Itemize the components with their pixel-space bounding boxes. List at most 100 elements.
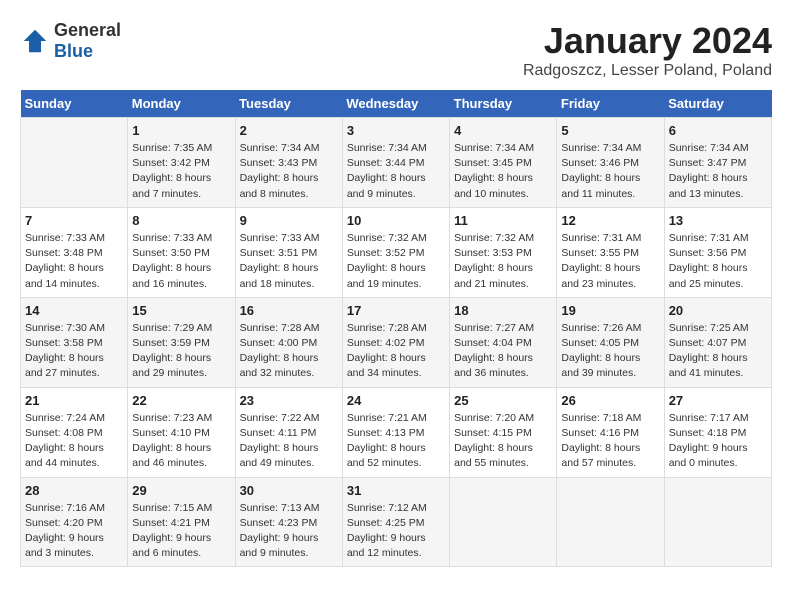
day-number: 1 xyxy=(132,123,230,138)
day-info: Sunrise: 7:29 AMSunset: 3:59 PMDaylight:… xyxy=(132,321,230,382)
header-tuesday: Tuesday xyxy=(235,90,342,118)
day-number: 5 xyxy=(561,123,659,138)
calendar-cell: 20 Sunrise: 7:25 AMSunset: 4:07 PMDayligh… xyxy=(664,297,771,387)
calendar-cell: 10Sunrise: 7:32 AMSunset: 3:52 PMDayligh… xyxy=(342,207,449,297)
day-number: 24 xyxy=(347,393,445,408)
day-number: 16 xyxy=(240,303,338,318)
calendar-cell: 29 Sunrise: 7:15 AMSunset: 4:21 PMDayligh… xyxy=(128,477,235,567)
calendar-cell: 11 Sunrise: 7:32 AMSunset: 3:53 PMDayligh… xyxy=(450,207,557,297)
calendar-cell: 18 Sunrise: 7:27 AMSunset: 4:04 PMDayligh… xyxy=(450,297,557,387)
calendar-cell: 9 Sunrise: 7:33 AMSunset: 3:51 PMDaylight… xyxy=(235,207,342,297)
day-number: 26 xyxy=(561,393,659,408)
day-number: 9 xyxy=(240,213,338,228)
day-info: Sunrise: 7:28 AMSunset: 4:02 PMDaylight:… xyxy=(347,321,445,382)
main-title: January 2024 xyxy=(523,20,772,62)
calendar-cell: 31Sunrise: 7:12 AMSunset: 4:25 PMDayligh… xyxy=(342,477,449,567)
day-info: Sunrise: 7:15 AMSunset: 4:21 PMDaylight:… xyxy=(132,501,230,562)
calendar-cell: 21 Sunrise: 7:24 AMSunset: 4:08 PMDayligh… xyxy=(21,387,128,477)
day-info: Sunrise: 7:28 AMSunset: 4:00 PMDaylight:… xyxy=(240,321,338,382)
calendar-table: SundayMondayTuesdayWednesdayThursdayFrid… xyxy=(20,90,772,567)
day-number: 14 xyxy=(25,303,123,318)
day-info: Sunrise: 7:34 AMSunset: 3:46 PMDaylight:… xyxy=(561,141,659,202)
day-info: Sunrise: 7:33 AMSunset: 3:48 PMDaylight:… xyxy=(25,231,123,292)
day-info: Sunrise: 7:24 AMSunset: 4:08 PMDaylight:… xyxy=(25,411,123,472)
page-header: General Blue January 2024 Radgoszcz, Les… xyxy=(20,20,772,80)
calendar-cell: 3 Sunrise: 7:34 AMSunset: 3:44 PMDaylight… xyxy=(342,118,449,208)
calendar-cell: 24 Sunrise: 7:21 AMSunset: 4:13 PMDayligh… xyxy=(342,387,449,477)
calendar-cell: 15 Sunrise: 7:29 AMSunset: 3:59 PMDayligh… xyxy=(128,297,235,387)
week-row-4: 28 Sunrise: 7:16 AMSunset: 4:20 PMDayligh… xyxy=(21,477,772,567)
day-info: Sunrise: 7:22 AMSunset: 4:11 PMDaylight:… xyxy=(240,411,338,472)
calendar-cell: 2Sunrise: 7:34 AMSunset: 3:43 PMDaylight… xyxy=(235,118,342,208)
header-saturday: Saturday xyxy=(664,90,771,118)
day-info: Sunrise: 7:18 AMSunset: 4:16 PMDaylight:… xyxy=(561,411,659,472)
day-number: 19 xyxy=(561,303,659,318)
day-info: Sunrise: 7:31 AMSunset: 3:55 PMDaylight:… xyxy=(561,231,659,292)
day-number: 28 xyxy=(25,483,123,498)
calendar-cell: 1 Sunrise: 7:35 AMSunset: 3:42 PMDaylight… xyxy=(128,118,235,208)
day-number: 11 xyxy=(454,213,552,228)
logo-general: General xyxy=(54,20,121,40)
calendar-cell: 12 Sunrise: 7:31 AMSunset: 3:55 PMDayligh… xyxy=(557,207,664,297)
day-info: Sunrise: 7:32 AMSunset: 3:53 PMDaylight:… xyxy=(454,231,552,292)
subtitle: Radgoszcz, Lesser Poland, Poland xyxy=(523,62,772,80)
calendar-cell: 19 Sunrise: 7:26 AMSunset: 4:05 PMDayligh… xyxy=(557,297,664,387)
day-info: Sunrise: 7:17 AMSunset: 4:18 PMDaylight:… xyxy=(669,411,767,472)
day-number: 21 xyxy=(25,393,123,408)
calendar-cell xyxy=(557,477,664,567)
day-number: 27 xyxy=(669,393,767,408)
calendar-cell: 8Sunrise: 7:33 AMSunset: 3:50 PMDaylight… xyxy=(128,207,235,297)
day-info: Sunrise: 7:21 AMSunset: 4:13 PMDaylight:… xyxy=(347,411,445,472)
day-info: Sunrise: 7:20 AMSunset: 4:15 PMDaylight:… xyxy=(454,411,552,472)
day-info: Sunrise: 7:34 AMSunset: 3:47 PMDaylight:… xyxy=(669,141,767,202)
calendar-cell: 28 Sunrise: 7:16 AMSunset: 4:20 PMDayligh… xyxy=(21,477,128,567)
day-number: 10 xyxy=(347,213,445,228)
day-info: Sunrise: 7:16 AMSunset: 4:20 PMDaylight:… xyxy=(25,501,123,562)
calendar-cell: 25Sunrise: 7:20 AMSunset: 4:15 PMDayligh… xyxy=(450,387,557,477)
calendar-cell: 13Sunrise: 7:31 AMSunset: 3:56 PMDayligh… xyxy=(664,207,771,297)
logo-blue: Blue xyxy=(54,41,93,61)
day-number: 20 xyxy=(669,303,767,318)
day-info: Sunrise: 7:12 AMSunset: 4:25 PMDaylight:… xyxy=(347,501,445,562)
day-number: 29 xyxy=(132,483,230,498)
week-row-1: 7 Sunrise: 7:33 AMSunset: 3:48 PMDaylight… xyxy=(21,207,772,297)
day-number: 3 xyxy=(347,123,445,138)
header-row: SundayMondayTuesdayWednesdayThursdayFrid… xyxy=(21,90,772,118)
day-number: 12 xyxy=(561,213,659,228)
title-block: January 2024 Radgoszcz, Lesser Poland, P… xyxy=(523,20,772,80)
day-info: Sunrise: 7:35 AMSunset: 3:42 PMDaylight:… xyxy=(132,141,230,202)
header-wednesday: Wednesday xyxy=(342,90,449,118)
day-info: Sunrise: 7:30 AMSunset: 3:58 PMDaylight:… xyxy=(25,321,123,382)
header-monday: Monday xyxy=(128,90,235,118)
week-row-2: 14 Sunrise: 7:30 AMSunset: 3:58 PMDayligh… xyxy=(21,297,772,387)
day-number: 6 xyxy=(669,123,767,138)
calendar-cell: 22Sunrise: 7:23 AMSunset: 4:10 PMDayligh… xyxy=(128,387,235,477)
calendar-cell: 16 Sunrise: 7:28 AMSunset: 4:00 PMDayligh… xyxy=(235,297,342,387)
logo: General Blue xyxy=(20,20,121,62)
calendar-cell xyxy=(664,477,771,567)
day-info: Sunrise: 7:34 AMSunset: 3:44 PMDaylight:… xyxy=(347,141,445,202)
header-friday: Friday xyxy=(557,90,664,118)
day-number: 13 xyxy=(669,213,767,228)
day-number: 18 xyxy=(454,303,552,318)
logo-text: General Blue xyxy=(54,20,121,62)
day-number: 17 xyxy=(347,303,445,318)
header-sunday: Sunday xyxy=(21,90,128,118)
day-info: Sunrise: 7:33 AMSunset: 3:51 PMDaylight:… xyxy=(240,231,338,292)
calendar-cell: 5 Sunrise: 7:34 AMSunset: 3:46 PMDaylight… xyxy=(557,118,664,208)
day-info: Sunrise: 7:27 AMSunset: 4:04 PMDaylight:… xyxy=(454,321,552,382)
calendar-cell: 14 Sunrise: 7:30 AMSunset: 3:58 PMDayligh… xyxy=(21,297,128,387)
day-number: 7 xyxy=(25,213,123,228)
calendar-cell: 30 Sunrise: 7:13 AMSunset: 4:23 PMDayligh… xyxy=(235,477,342,567)
day-number: 15 xyxy=(132,303,230,318)
calendar-cell xyxy=(21,118,128,208)
day-number: 2 xyxy=(240,123,338,138)
calendar-cell xyxy=(450,477,557,567)
calendar-cell: 6 Sunrise: 7:34 AMSunset: 3:47 PMDaylight… xyxy=(664,118,771,208)
day-info: Sunrise: 7:26 AMSunset: 4:05 PMDaylight:… xyxy=(561,321,659,382)
day-number: 22 xyxy=(132,393,230,408)
day-info: Sunrise: 7:25 AMSunset: 4:07 PMDaylight:… xyxy=(669,321,767,382)
day-info: Sunrise: 7:13 AMSunset: 4:23 PMDaylight:… xyxy=(240,501,338,562)
day-number: 30 xyxy=(240,483,338,498)
calendar-cell: 4Sunrise: 7:34 AMSunset: 3:45 PMDaylight… xyxy=(450,118,557,208)
